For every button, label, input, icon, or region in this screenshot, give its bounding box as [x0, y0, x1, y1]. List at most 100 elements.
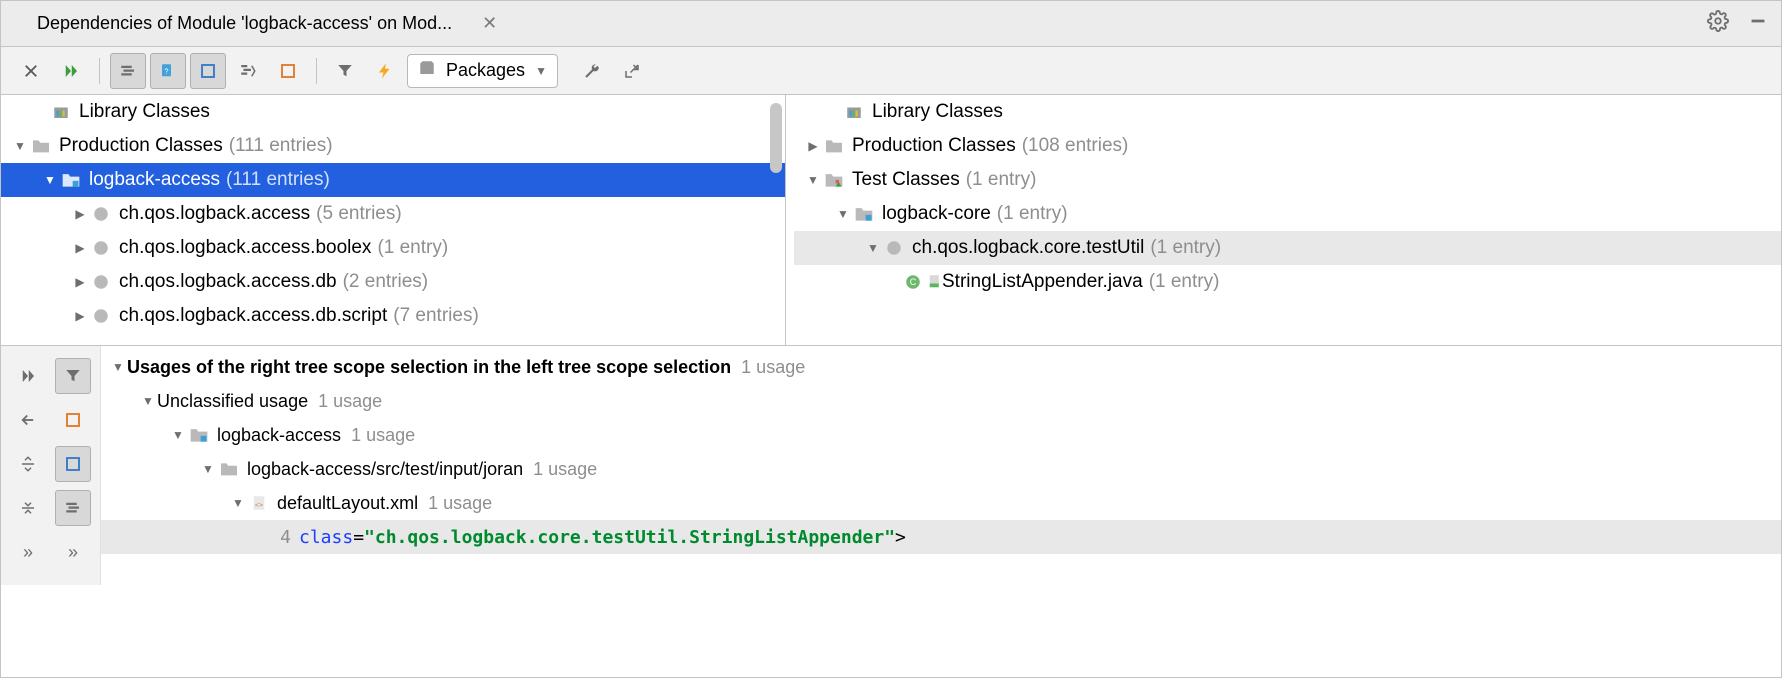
- scope-dropdown[interactable]: Packages ▼: [407, 54, 558, 88]
- chevron-right-icon[interactable]: [804, 139, 822, 153]
- tree-row[interactable]: Test Classes (1 entry): [794, 163, 1781, 197]
- left-tree[interactable]: Library Classes Production Classes(111 en…: [1, 95, 786, 345]
- usages-gutter: » »: [1, 346, 101, 585]
- chevron-right-icon[interactable]: [71, 275, 89, 289]
- chevron-down-icon[interactable]: [834, 207, 852, 221]
- module-icon: [852, 202, 876, 226]
- chevron-down-icon[interactable]: [864, 241, 882, 255]
- chevron-down-icon[interactable]: [139, 394, 157, 408]
- tree-row-count: (1 entry): [377, 237, 448, 259]
- tree-row[interactable]: logback-core(1 entry): [794, 197, 1781, 231]
- mark-illegal-button[interactable]: [270, 53, 306, 89]
- usage-row-label: defaultLayout.xml: [277, 493, 418, 514]
- gear-icon[interactable]: [1707, 10, 1729, 37]
- tree-row[interactable]: logback-access(111 entries): [1, 163, 785, 197]
- bolt-button[interactable]: [367, 53, 403, 89]
- show-files-button[interactable]: ?: [150, 53, 186, 89]
- tree-row-count: (1 entry): [966, 169, 1037, 191]
- lib-icon: [49, 100, 73, 124]
- chevron-down-icon[interactable]: [199, 462, 217, 476]
- svg-text:?: ?: [164, 66, 168, 75]
- next-occurrence-button[interactable]: [10, 358, 46, 394]
- usage-row[interactable]: logback-access1 usage: [101, 418, 1781, 452]
- usage-row[interactable]: Unclassified usage 1 usage: [101, 384, 1781, 418]
- tree-row[interactable]: ch.qos.logback.access.boolex(1 entry): [1, 231, 785, 265]
- close-tab-icon[interactable]: ✕: [482, 13, 497, 34]
- tree-row[interactable]: ch.qos.logback.access(5 entries): [1, 197, 785, 231]
- group-by-scope-button[interactable]: [230, 53, 266, 89]
- minimize-icon[interactable]: [1747, 10, 1769, 37]
- chevron-right-icon[interactable]: [71, 207, 89, 221]
- tree-row-count: (111 entries): [229, 135, 333, 157]
- usages-title-count: 1 usage: [741, 357, 805, 378]
- chevron-down-icon[interactable]: [804, 173, 822, 187]
- expand-all-button[interactable]: [10, 446, 46, 482]
- chevron-down-icon[interactable]: [169, 428, 187, 442]
- tab-bar: Dependencies of Module 'logback-access' …: [1, 1, 1781, 47]
- chevron-right-icon[interactable]: [71, 309, 89, 323]
- export-button[interactable]: [614, 53, 650, 89]
- tree-row[interactable]: Production Classes(108 entries): [794, 129, 1781, 163]
- usage-row-count: 1 usage: [428, 493, 492, 514]
- tree-row[interactable]: Library Classes: [1, 95, 785, 129]
- tree-row-count: (7 entries): [393, 305, 479, 327]
- flatten-usages-button[interactable]: [55, 490, 91, 526]
- usage-row-label: logback-access/src/test/input/joran: [247, 459, 523, 480]
- chevron-down-icon: ▼: [535, 64, 547, 78]
- tree-row-label: Library Classes: [79, 101, 210, 123]
- chevron-down-icon: [109, 360, 127, 374]
- usage-row[interactable]: logback-access/src/test/input/joran1 usa…: [101, 452, 1781, 486]
- folder-icon: [822, 134, 846, 158]
- chevron-down-icon[interactable]: [229, 496, 247, 510]
- more-gutter-1-button[interactable]: »: [10, 534, 46, 570]
- tree-row-label: Test Classes: [852, 169, 960, 191]
- prev-occurrence-button[interactable]: [10, 402, 46, 438]
- tree-row-count: (1 entry): [1150, 237, 1221, 259]
- svg-text:C: C: [910, 277, 917, 287]
- tree-row[interactable]: ch.qos.logback.core.testUtil (1 entry): [794, 231, 1781, 265]
- chevron-right-icon[interactable]: [71, 241, 89, 255]
- package-icon: [418, 59, 436, 82]
- rerun-button[interactable]: [53, 53, 89, 89]
- tree-row-label: ch.qos.logback.core.testUtil: [912, 237, 1144, 259]
- usage-row-count: 1 usage: [351, 425, 415, 446]
- package-icon: [89, 236, 113, 260]
- tree-row[interactable]: C StringListAppender.java (1 entry): [794, 265, 1781, 299]
- usage-row-label: Unclassified usage: [157, 391, 308, 412]
- mark-illegal-usages-button[interactable]: [55, 402, 91, 438]
- tree-row[interactable]: ch.qos.logback.access.db.script (7 entrie…: [1, 299, 785, 333]
- scrollbar-thumb[interactable]: [770, 103, 782, 173]
- filter-usages-button[interactable]: [55, 358, 91, 394]
- tree-row-count: (1 entry): [1149, 271, 1220, 293]
- usage-row-count: 1 usage: [318, 391, 382, 412]
- code-attr: class: [299, 527, 353, 548]
- right-tree[interactable]: Library Classes Production Classes(108 en…: [786, 95, 1781, 345]
- close-button[interactable]: [13, 53, 49, 89]
- tree-row-label: StringListAppender.java: [942, 271, 1143, 293]
- wrench-button[interactable]: [574, 53, 610, 89]
- show-modules-button[interactable]: [190, 53, 226, 89]
- tree-row-label: Library Classes: [872, 101, 1003, 123]
- lib-icon: [842, 100, 866, 124]
- show-module-usages-button[interactable]: [55, 446, 91, 482]
- usages-tree[interactable]: Usages of the right tree scope selection…: [101, 346, 1781, 585]
- flatten-packages-button[interactable]: [110, 53, 146, 89]
- tree-row-label: ch.qos.logback.access.db.script: [119, 305, 387, 327]
- chevron-down-icon[interactable]: [11, 139, 29, 153]
- tree-row-label: logback-core: [882, 203, 991, 225]
- tree-row-count: (2 entries): [343, 271, 429, 293]
- usages-title-row[interactable]: Usages of the right tree scope selection…: [101, 350, 1781, 384]
- collapse-all-button[interactable]: [10, 490, 46, 526]
- tree-row[interactable]: ch.qos.logback.access.db(2 entries): [1, 265, 785, 299]
- more-gutter-2-button[interactable]: »: [55, 534, 91, 570]
- line-number: 4: [101, 527, 291, 548]
- usage-row[interactable]: <>defaultLayout.xml1 usage: [101, 486, 1781, 520]
- tree-row[interactable]: Library Classes: [794, 95, 1781, 129]
- tree-row[interactable]: Production Classes(111 entries): [1, 129, 785, 163]
- chevron-down-icon[interactable]: [41, 173, 59, 187]
- tree-row-label: Production Classes: [852, 135, 1016, 157]
- filter-button[interactable]: [327, 53, 363, 89]
- usage-code-line[interactable]: 4 class="ch.qos.logback.core.testUtil.St…: [101, 520, 1781, 554]
- tree-row-label: logback-access: [89, 169, 220, 191]
- tab-dependencies[interactable]: Dependencies of Module 'logback-access' …: [1, 1, 507, 46]
